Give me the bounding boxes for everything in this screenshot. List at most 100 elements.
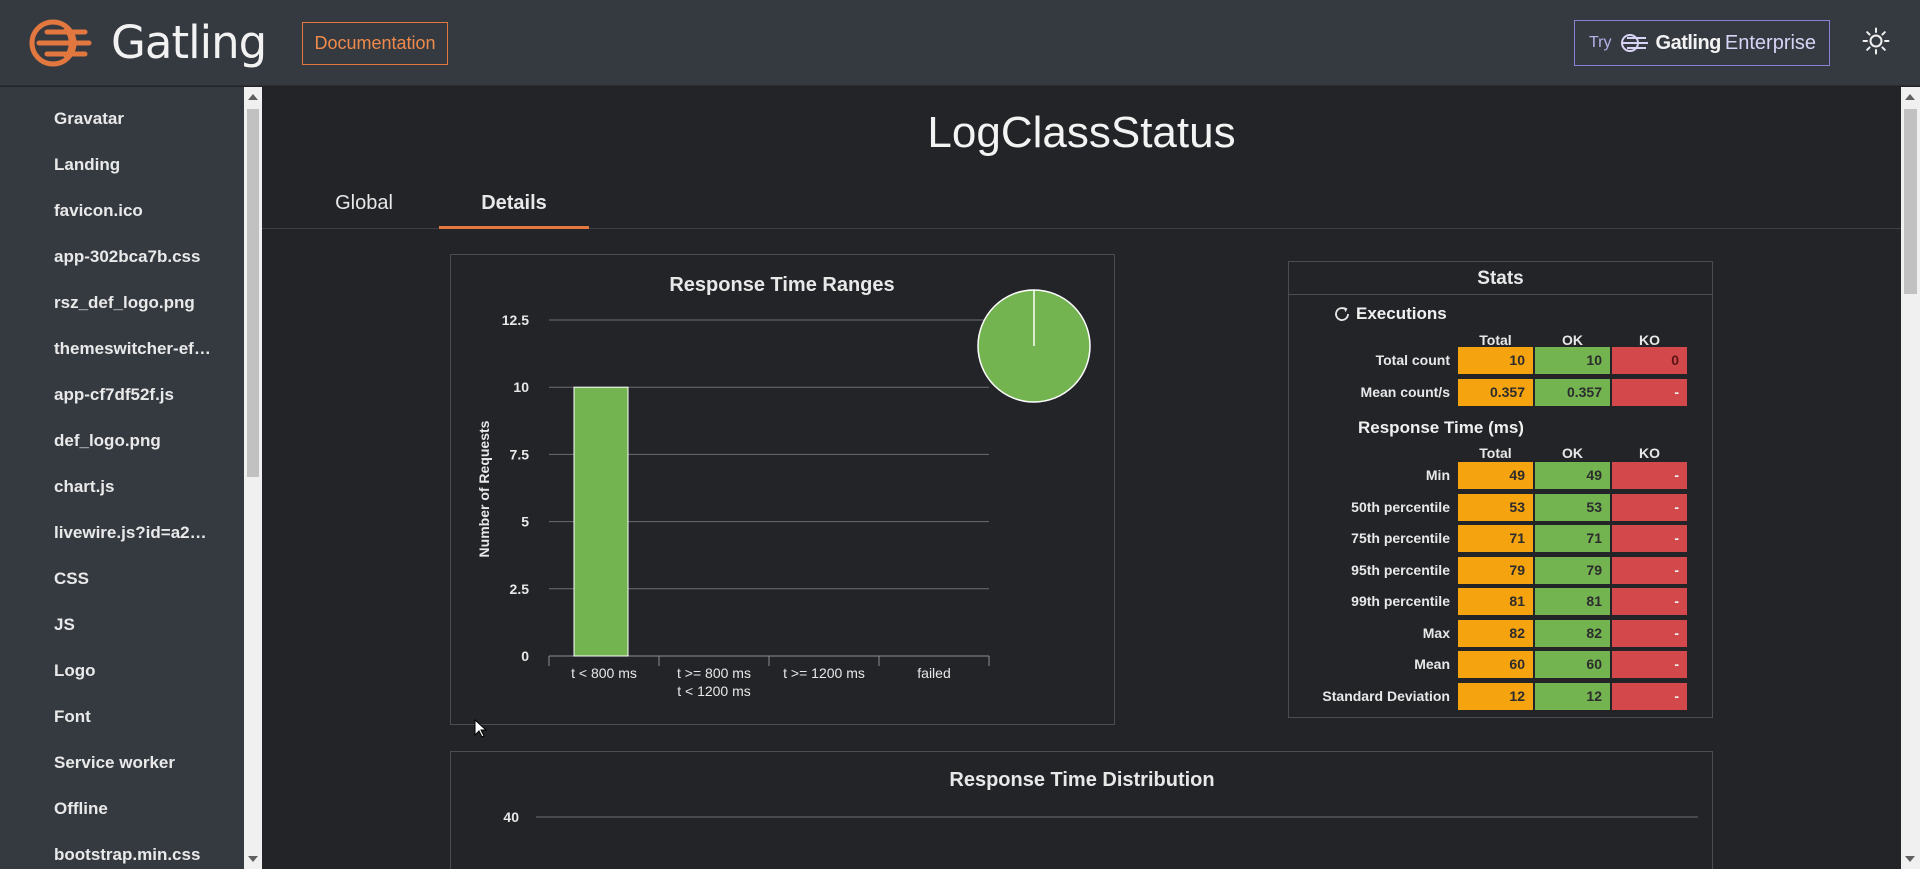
column-header: OK (1562, 445, 1583, 461)
documentation-button[interactable]: Documentation (302, 22, 448, 65)
column-header: Total (1479, 445, 1512, 461)
main-scrollbar[interactable] (1901, 87, 1920, 869)
stat-cell-ok: 10 (1535, 347, 1610, 374)
sidebar: Gravatar Landing favicon.ico app-302bca7b.c… (0, 87, 244, 869)
stat-row-label: Standard Deviation (1322, 687, 1450, 704)
top-header: Gatling Documentation Try Gatling Enterp… (0, 0, 1920, 86)
stat-cell-ok: 79 (1535, 556, 1610, 584)
gatling-logo[interactable]: Gatling (27, 16, 267, 69)
column-header: OK (1562, 332, 1583, 348)
chart-title: Response Time Ranges (669, 274, 894, 296)
enterprise-label: Enterprise (1724, 31, 1817, 54)
sidebar-item[interactable]: rsz_def_logo.png (54, 293, 224, 313)
x-tick-label: t < 800 ms (571, 665, 637, 681)
x-tick-label: t >= 1200 ms (783, 665, 865, 681)
column-header: KO (1639, 332, 1660, 348)
stat-cell-ok: 0.357 (1535, 378, 1610, 406)
stat-cell-total: 81 (1458, 588, 1533, 615)
sidebar-item[interactable]: app-302bca7b.css (54, 247, 224, 267)
stat-cell-ko: - (1612, 493, 1687, 521)
brand-name: Gatling (111, 16, 267, 69)
stat-cell-total: 71 (1458, 525, 1533, 552)
y-tick-label: 0 (521, 648, 529, 664)
x-tick-label: failed (917, 665, 950, 681)
stats-title: Stats (1289, 262, 1712, 295)
y-tick-label: 2.5 (510, 581, 530, 597)
sidebar-item[interactable]: themeswitcher-ef… (54, 339, 224, 359)
sun-icon[interactable] (1862, 27, 1890, 55)
stat-cell-total: 10 (1458, 347, 1533, 374)
response-time-distribution-panel: Response Time Distribution 40 (450, 751, 1713, 869)
mouse-cursor-icon (474, 719, 488, 738)
response-time-label: Response Time (ms) (1358, 418, 1524, 437)
sidebar-item[interactable]: CSS (54, 569, 224, 589)
stat-cell-total: 12 (1458, 682, 1533, 710)
stat-row-label: 75th percentile (1351, 530, 1450, 546)
sidebar-item[interactable]: Logo (54, 661, 224, 681)
y-tick-label: 7.5 (510, 446, 530, 462)
stat-cell-ko: - (1612, 682, 1687, 710)
sidebar-item[interactable]: Offline (54, 799, 224, 819)
sidebar-item[interactable]: Service worker (54, 753, 224, 773)
stat-cell-ok: 82 (1535, 619, 1610, 647)
stat-cell-total: 82 (1458, 619, 1533, 647)
sidebar-item[interactable]: bootstrap.min.css (54, 845, 224, 865)
distribution-title: Response Time Distribution (949, 769, 1214, 791)
try-enterprise-button[interactable]: Try Gatling Enterprise (1574, 20, 1830, 66)
stat-cell-ok: 12 (1535, 682, 1610, 710)
tab-global[interactable]: Global (314, 192, 414, 229)
stat-row-label: Min (1425, 467, 1450, 483)
stat-cell-total: 53 (1458, 493, 1533, 521)
y-tick-label: 40 (503, 809, 519, 825)
stat-cell-total: 0.357 (1458, 378, 1533, 406)
sidebar-item[interactable]: def_logo.png (54, 431, 224, 451)
stat-cell-total: 60 (1458, 651, 1533, 678)
scroll-up-arrow-icon[interactable] (1905, 94, 1915, 100)
gatling-logo-icon (29, 19, 92, 67)
sidebar-scrollbar[interactable] (244, 87, 262, 869)
enterprise-brand: Gatling (1655, 31, 1722, 54)
sidebar-scroll-thumb[interactable] (247, 109, 259, 477)
sidebar-item[interactable]: app-cf7df52f.js (54, 385, 224, 405)
sidebar-item[interactable]: Font (54, 707, 224, 727)
stat-row-label: Mean count/s (1360, 383, 1450, 400)
stat-row-label: Max (1422, 624, 1450, 641)
x-tick-label: t >= 800 ms (677, 665, 751, 681)
tab-bar: Global Details (262, 186, 1901, 229)
sidebar-item[interactable]: favicon.ico (54, 201, 224, 221)
stat-row-label: 95th percentile (1351, 561, 1450, 578)
column-header: Total (1479, 332, 1512, 348)
stat-cell-ko: - (1612, 525, 1687, 552)
sidebar-item[interactable]: Landing (54, 155, 224, 175)
sidebar-item[interactable]: livewire.js?id=a2… (54, 523, 224, 543)
y-tick-label: 5 (521, 514, 529, 530)
stat-cell-ko: - (1612, 462, 1687, 489)
response-time-distribution-chart: Response Time Distribution 40 (503, 769, 1698, 825)
stat-cell-ok: 60 (1535, 651, 1610, 678)
gatling-mini-logo-icon (1620, 34, 1648, 52)
page-title: LogClassStatus (927, 108, 1236, 157)
y-tick-label: 12.5 (502, 312, 529, 328)
stat-row-label: Total count (1375, 352, 1450, 368)
y-axis-label: Number of Requests (476, 420, 492, 557)
bar-t-lt-800 (573, 386, 629, 657)
stat-row-label: Mean (1414, 656, 1450, 672)
y-tick-label: 10 (513, 379, 529, 395)
stat-cell-ok: 81 (1535, 588, 1610, 615)
stat-cell-ko: - (1612, 556, 1687, 584)
response-time-ranges-chart: Response Time Ranges Number of Requests … (476, 274, 1091, 699)
sidebar-item[interactable]: Gravatar (54, 109, 224, 129)
refresh-icon (1335, 307, 1349, 321)
scroll-down-arrow-icon[interactable] (248, 856, 258, 862)
main-scroll-thumb[interactable] (1904, 109, 1917, 294)
sidebar-item[interactable]: chart.js (54, 477, 224, 497)
stat-cell-ko: 0 (1612, 347, 1687, 374)
x-tick-label: t < 1200 ms (677, 683, 751, 699)
tab-details[interactable]: Details (439, 192, 589, 229)
sidebar-item[interactable]: JS (54, 615, 224, 635)
response-time-ranges-panel: Response Time Ranges Number of Requests … (450, 254, 1115, 725)
scroll-up-arrow-icon[interactable] (248, 94, 258, 100)
enterprise-try-label: Try (1589, 34, 1612, 51)
scroll-down-arrow-icon[interactable] (1905, 856, 1915, 862)
stat-cell-ok: 53 (1535, 493, 1610, 521)
